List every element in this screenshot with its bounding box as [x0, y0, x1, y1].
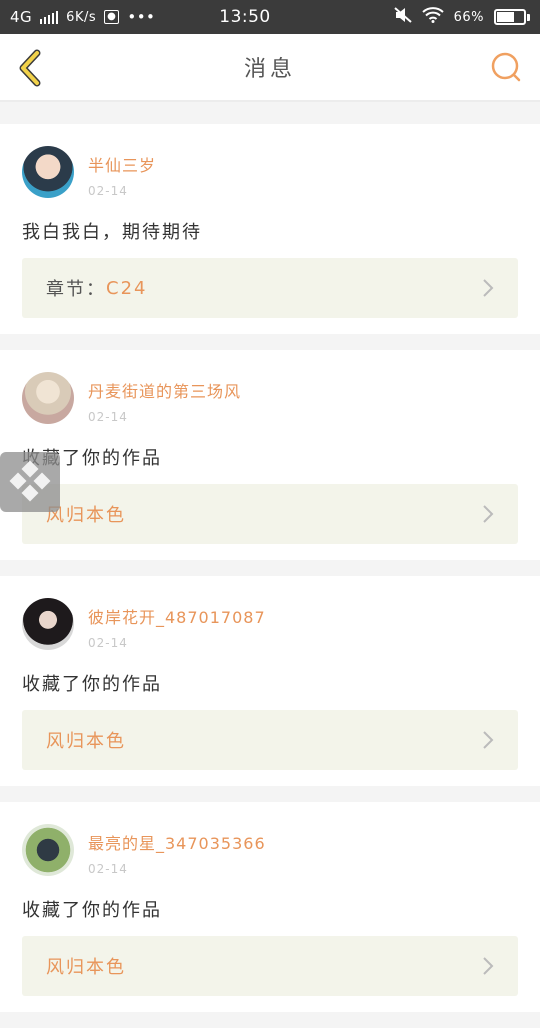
avatar[interactable] — [22, 372, 74, 424]
work-link[interactable]: 风归本色 — [22, 484, 518, 544]
message-text: 我白我白，期待期待 — [22, 222, 202, 243]
message-text: 收藏了你的作品 — [22, 900, 162, 921]
chevron-right-icon — [478, 730, 498, 750]
message-card: 半仙三岁 02-14 我白我白，期待期待 章节： C24 — [0, 124, 540, 334]
chevron-right-icon — [478, 504, 498, 524]
clock: 13:50 — [219, 7, 271, 27]
message-card: 丹麦街道的第三场风 02-14 收藏了你的作品 风归本色 — [0, 350, 540, 560]
chevron-right-icon — [478, 956, 498, 976]
message-text: 收藏了你的作品 — [22, 448, 162, 469]
avatar[interactable] — [22, 824, 74, 876]
avatar[interactable] — [22, 598, 74, 650]
username[interactable]: 彼岸花开_487017087 — [88, 604, 266, 628]
message-list: 半仙三岁 02-14 我白我白，期待期待 章节： C24 丹麦街道的第三场风 0… — [0, 124, 540, 1028]
battery-percent: 66% — [453, 9, 484, 25]
message-date: 02-14 — [88, 184, 128, 198]
work-title: 风归本色 — [46, 731, 126, 752]
message-date: 02-14 — [88, 862, 128, 876]
message-card: 彼岸花开_487017087 02-14 收藏了你的作品 风归本色 — [0, 576, 540, 786]
username[interactable]: 最亮的星_347035366 — [88, 830, 266, 854]
more-dots: ••• — [127, 8, 156, 26]
battery-icon — [494, 9, 530, 25]
chapter-label: 章节： — [46, 279, 106, 300]
mute-icon — [393, 7, 412, 27]
chapter-value: C24 — [106, 277, 148, 299]
chapter-link[interactable]: 章节： C24 — [22, 258, 518, 318]
search-button[interactable] — [488, 50, 524, 86]
chevron-left-icon — [19, 49, 41, 87]
wifi-icon — [421, 7, 444, 27]
message-date: 02-14 — [88, 636, 128, 650]
avatar[interactable] — [22, 146, 74, 198]
message-card: 最亮的星_347035366 02-14 收藏了你的作品 风归本色 — [0, 802, 540, 1012]
username[interactable]: 半仙三岁 — [88, 152, 156, 176]
chevron-right-icon — [478, 278, 498, 298]
back-button[interactable] — [10, 48, 50, 88]
floating-assist-button[interactable] — [0, 452, 60, 512]
username[interactable]: 丹麦街道的第三场风 — [88, 378, 241, 402]
work-link[interactable]: 风归本色 — [22, 710, 518, 770]
page-title: 消息 — [243, 57, 296, 82]
signal-icon — [40, 10, 59, 24]
work-link[interactable]: 风归本色 — [22, 936, 518, 996]
notification-icon: ● — [104, 10, 120, 24]
work-title: 风归本色 — [46, 957, 126, 978]
top-nav-bar: 消息 — [0, 34, 540, 102]
status-bar: 4G 6K/s ● ••• 13:50 66% — [0, 0, 540, 34]
diamond-grid-icon — [9, 460, 51, 502]
message-date: 02-14 — [88, 410, 128, 424]
message-text: 收藏了你的作品 — [22, 674, 162, 695]
network-speed: 6K/s — [66, 9, 97, 25]
network-type: 4G — [10, 8, 33, 26]
search-icon — [491, 52, 521, 82]
